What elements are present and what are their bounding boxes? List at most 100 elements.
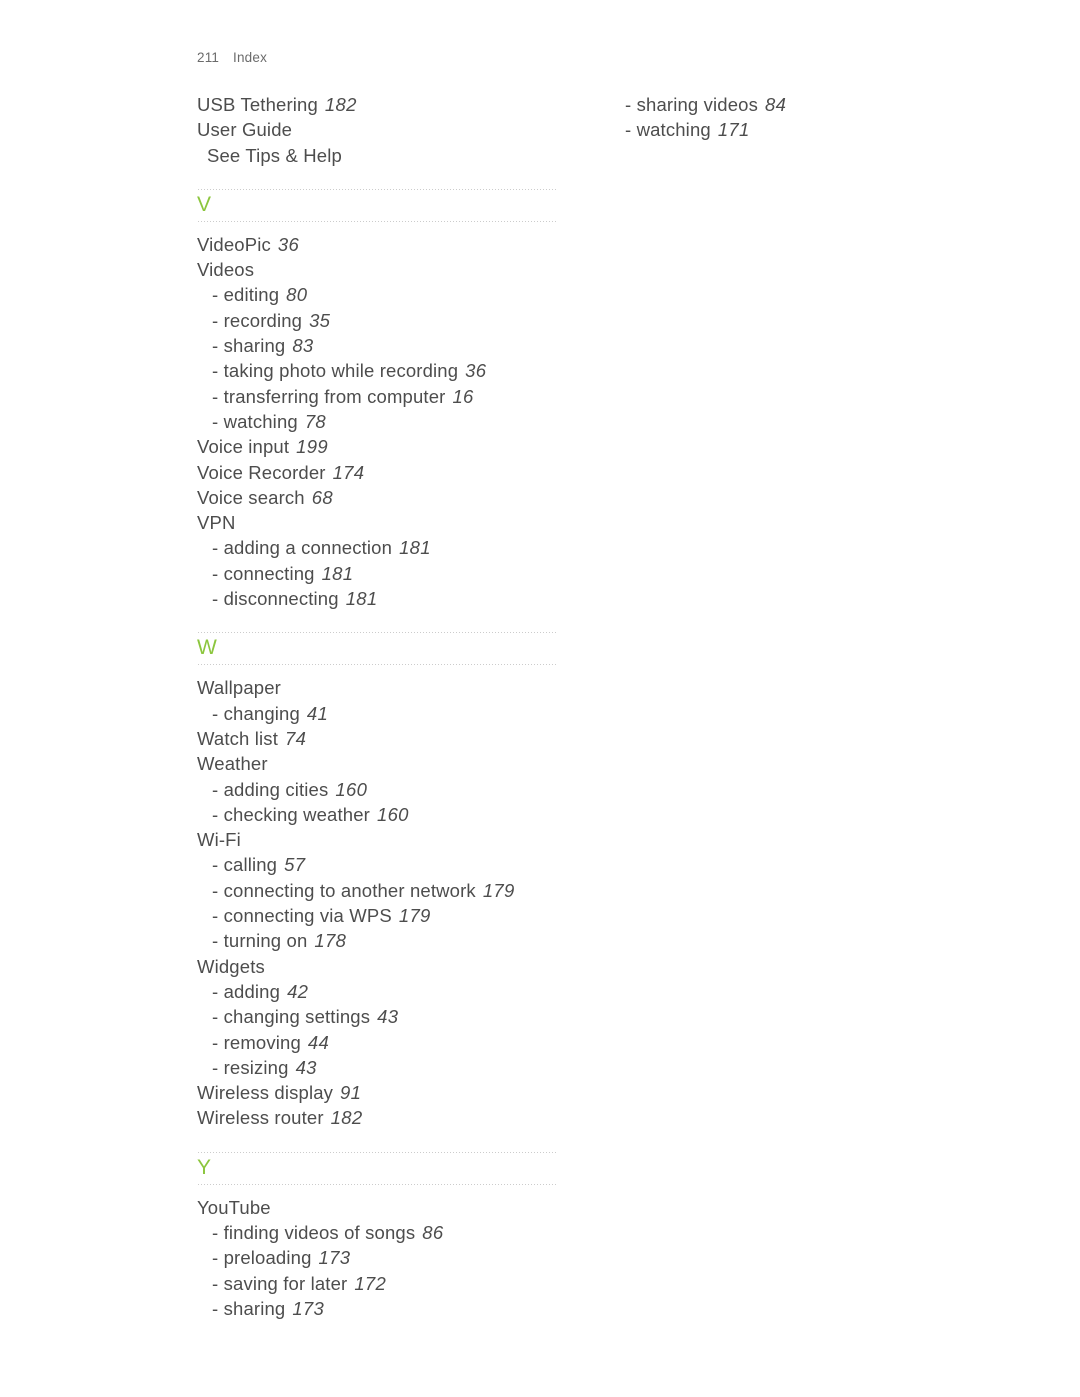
index-entry-page-number[interactable]: 171: [718, 119, 750, 140]
index-entry-editing[interactable]: - editing 80: [197, 282, 559, 307]
dotted-rule-bottom: [197, 1183, 557, 1185]
index-entry-adding-cities[interactable]: - adding cities 160: [197, 777, 559, 802]
index-entry-sharing[interactable]: - sharing 83: [197, 333, 559, 358]
index-entry-connecting-to-another-network[interactable]: - connecting to another network 179: [197, 878, 559, 903]
index-entry-term: - preloading: [212, 1247, 312, 1269]
index-entry-page-number[interactable]: 181: [346, 588, 378, 609]
index-entry-resizing[interactable]: - resizing 43: [197, 1055, 559, 1080]
index-entry-usb-tethering[interactable]: USB Tethering 182: [197, 92, 559, 117]
index-entry-transferring-from-computer[interactable]: - transferring from computer 16: [197, 384, 559, 409]
alpha-letter-heading: Y: [197, 1155, 212, 1179]
index-entry-page-number[interactable]: 182: [325, 94, 357, 115]
index-entry-page-number[interactable]: 178: [314, 930, 346, 951]
alpha-section-w: W: [197, 632, 557, 666]
index-entry-page-number[interactable]: 84: [765, 94, 786, 115]
index-entry-wi-fi[interactable]: Wi-Fi: [197, 827, 559, 852]
index-entry-wireless-display[interactable]: Wireless display 91: [197, 1080, 559, 1105]
index-entry-wallpaper[interactable]: Wallpaper: [197, 675, 559, 700]
index-entry-term: - connecting via WPS: [212, 905, 392, 927]
index-entry-vpn[interactable]: VPN: [197, 510, 559, 535]
index-entry-page-number[interactable]: 36: [465, 360, 486, 381]
alpha-letter-heading: W: [197, 636, 218, 660]
index-entry-page-number[interactable]: 80: [286, 284, 307, 305]
index-entry-term: - watching: [212, 410, 298, 432]
index-entry-voice-input[interactable]: Voice input 199: [197, 434, 559, 459]
index-entry-page-number[interactable]: 35: [309, 310, 330, 331]
index-entry-page-number[interactable]: 78: [305, 411, 326, 432]
index-entry-page-number[interactable]: 181: [399, 537, 431, 558]
index-entry-changing[interactable]: - changing 41: [197, 701, 559, 726]
index-entry-page-number[interactable]: 68: [312, 487, 333, 508]
running-header-section: Index: [233, 50, 268, 65]
index-entry-term: - transferring from computer: [212, 385, 446, 407]
index-entry-page-number[interactable]: 179: [399, 905, 431, 926]
index-entry-term: - watching: [625, 119, 711, 141]
index-entry-finding-videos-of-songs[interactable]: - finding videos of songs 86: [197, 1220, 559, 1245]
index-entry-watching[interactable]: - watching 78: [197, 409, 559, 434]
index-entry-widgets[interactable]: Widgets: [197, 954, 559, 979]
index-entry-page-number[interactable]: 86: [422, 1222, 443, 1243]
index-entry-page-number[interactable]: 181: [322, 563, 354, 584]
index-entry-videopic[interactable]: VideoPic 36: [197, 232, 559, 257]
index-entry-page-number[interactable]: 44: [308, 1032, 329, 1053]
index-entry-adding[interactable]: - adding 42: [197, 979, 559, 1004]
index-entry-page-number[interactable]: 41: [307, 703, 328, 724]
index-entry-page-number[interactable]: 57: [284, 854, 305, 875]
index-entry-term: See Tips & Help: [207, 144, 342, 166]
index-entry-disconnecting[interactable]: - disconnecting 181: [197, 586, 559, 611]
index-entry-page-number[interactable]: 199: [296, 436, 328, 457]
index-entry-changing-settings[interactable]: - changing settings 43: [197, 1004, 559, 1029]
index-entry-saving-for-later[interactable]: - saving for later 172: [197, 1271, 559, 1296]
index-entry-youtube[interactable]: YouTube: [197, 1195, 559, 1220]
index-entry-page-number[interactable]: 174: [333, 462, 365, 483]
index-entry-page-number[interactable]: 74: [285, 728, 306, 749]
index-entry-term: - checking weather: [212, 803, 370, 825]
index-entry-calling[interactable]: - calling 57: [197, 852, 559, 877]
index-entry-adding-a-connection[interactable]: - adding a connection 181: [197, 535, 559, 560]
index-entry-connecting[interactable]: - connecting 181: [197, 561, 559, 586]
index-entry-page-number[interactable]: 172: [354, 1273, 386, 1294]
index-entry-page-number[interactable]: 182: [331, 1107, 363, 1128]
index-entry-term: - connecting: [212, 562, 315, 584]
index-entry-page-number[interactable]: 173: [292, 1298, 324, 1319]
index-entry-term: VPN: [197, 512, 236, 534]
index-entry-see-tips-and-help[interactable]: See Tips & Help: [197, 143, 559, 168]
index-entry-term: - saving for later: [212, 1272, 348, 1294]
index-entry-turning-on[interactable]: - turning on 178: [197, 928, 559, 953]
index-entry-preloading[interactable]: - preloading 173: [197, 1245, 559, 1270]
index-entry-voice-recorder[interactable]: Voice Recorder 174: [197, 460, 559, 485]
index-entry-page-number[interactable]: 173: [319, 1247, 351, 1268]
index-entry-page-number[interactable]: 160: [335, 779, 367, 800]
index-entry-page-number[interactable]: 179: [483, 880, 515, 901]
index-entry-connecting-via-wps[interactable]: - connecting via WPS 179: [197, 903, 559, 928]
index-entry-term: Voice Recorder: [197, 461, 326, 483]
index-entry-page-number[interactable]: 16: [452, 386, 473, 407]
index-entry-watching[interactable]: - watching 171: [610, 117, 972, 142]
index-entry-checking-weather[interactable]: - checking weather 160: [197, 802, 559, 827]
index-entry-recording[interactable]: - recording 35: [197, 308, 559, 333]
index-entry-term: - taking photo while recording: [212, 360, 459, 382]
index-entry-page-number[interactable]: 43: [296, 1057, 317, 1078]
index-entry-term: - disconnecting: [212, 588, 339, 610]
index-entry-watch-list[interactable]: Watch list 74: [197, 726, 559, 751]
index-entry-term: Wireless display: [197, 1082, 334, 1104]
index-entry-sharing[interactable]: - sharing 173: [197, 1296, 559, 1321]
index-entry-page-number[interactable]: 42: [287, 981, 308, 1002]
index-entry-wireless-router[interactable]: Wireless router 182: [197, 1105, 559, 1130]
index-entry-sharing-videos[interactable]: - sharing videos 84: [610, 92, 972, 117]
index-entry-weather[interactable]: Weather: [197, 751, 559, 776]
index-entry-page-number[interactable]: 160: [377, 804, 409, 825]
index-entry-term: - connecting to another network: [212, 879, 476, 901]
index-entry-removing[interactable]: - removing 44: [197, 1030, 559, 1055]
index-entry-term: Watch list: [197, 727, 278, 749]
index-entry-page-number[interactable]: 83: [292, 335, 313, 356]
dotted-rule-bottom: [197, 220, 557, 222]
index-entry-voice-search[interactable]: Voice search 68: [197, 485, 559, 510]
index-entry-videos[interactable]: Videos: [197, 257, 559, 282]
index-entry-term: YouTube: [197, 1196, 271, 1218]
index-entry-taking-photo-while-recording[interactable]: - taking photo while recording 36: [197, 358, 559, 383]
index-entry-page-number[interactable]: 91: [340, 1082, 361, 1103]
index-entry-page-number[interactable]: 36: [278, 234, 299, 255]
index-entry-page-number[interactable]: 43: [377, 1006, 398, 1027]
index-entry-user-guide[interactable]: User Guide: [197, 117, 559, 142]
